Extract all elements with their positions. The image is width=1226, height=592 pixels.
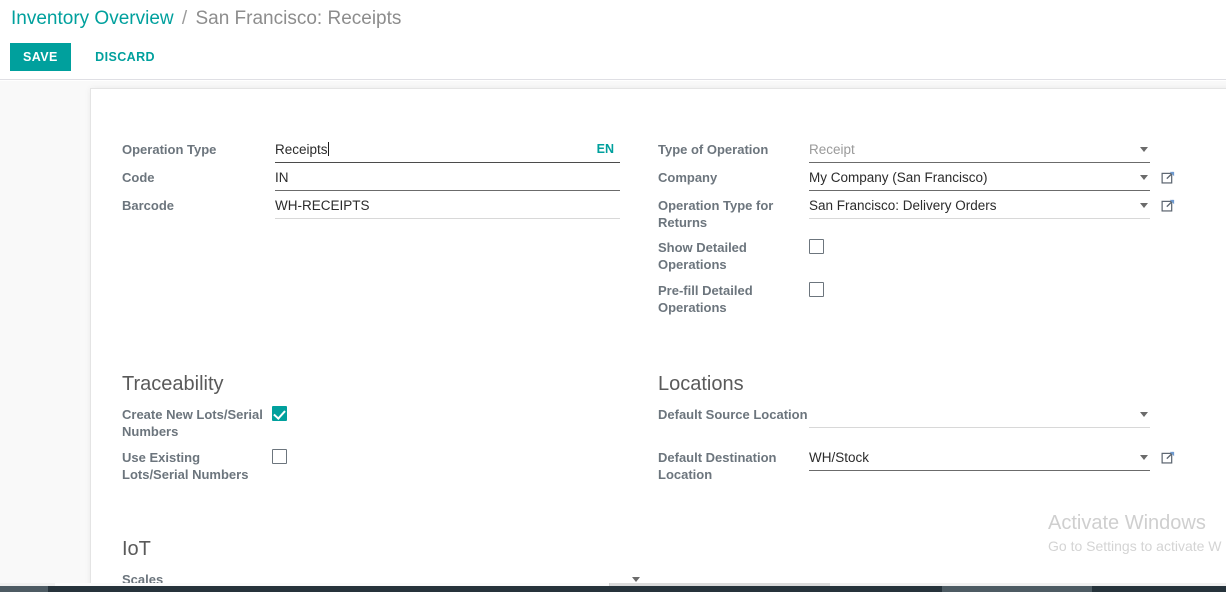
company-select[interactable]: My Company (San Francisco) [809, 169, 1150, 191]
group-general-right: Type of Operation Receipt Company My Com… [658, 141, 1218, 325]
field-label: Operation Type for Returns [658, 197, 808, 231]
create-new-lots-checkbox[interactable] [272, 406, 287, 421]
iot-section-title: IoT [122, 537, 151, 561]
locations-section-title: Locations [658, 372, 744, 396]
field-label: Company [658, 169, 808, 186]
default-destination-location-value: WH/Stock [809, 450, 869, 465]
translate-badge[interactable]: EN [597, 141, 614, 158]
group-traceability: Create New Lots/Serial Numbers Use Exist… [122, 406, 647, 492]
breadcrumb: Inventory Overview / San Francisco: Rece… [11, 7, 401, 31]
chevron-down-icon[interactable] [1140, 203, 1148, 208]
field-use-existing-lots: Use Existing Lots/Serial Numbers [122, 449, 647, 492]
field-operation-type-for-returns: Operation Type for Returns San Francisco… [658, 197, 1218, 239]
field-label: Pre-fill Detailed Operations [658, 282, 808, 316]
save-button[interactable]: SAVE [10, 43, 71, 71]
field-label: Code [122, 169, 272, 186]
operation-type-value: Receipts [275, 142, 328, 157]
form-sheet: Operation Type Receipts EN Code IN Barco… [90, 88, 1226, 592]
code-input[interactable]: IN [275, 169, 620, 191]
field-type-of-operation: Type of Operation Receipt [658, 141, 1218, 169]
group-general-left: Operation Type Receipts EN Code IN Barco… [122, 141, 647, 225]
field-code: Code IN [122, 169, 647, 197]
field-label: Use Existing Lots/Serial Numbers [122, 449, 268, 483]
type-of-operation-value: Receipt [809, 142, 855, 157]
field-create-new-lots: Create New Lots/Serial Numbers [122, 406, 647, 449]
field-default-source-location: Default Source Location [658, 406, 1218, 449]
returns-operation-type-select[interactable]: San Francisco: Delivery Orders [809, 197, 1150, 219]
chevron-down-icon[interactable] [632, 577, 640, 582]
default-source-location-select[interactable] [809, 406, 1150, 428]
breadcrumb-root-link[interactable]: Inventory Overview [11, 8, 174, 29]
group-locations: Default Source Location Default Destinat… [658, 406, 1218, 492]
prefill-detailed-operations-checkbox[interactable] [809, 282, 824, 297]
taskbar-segment [942, 586, 1092, 592]
field-operation-type: Operation Type Receipts EN [122, 141, 647, 169]
returns-operation-type-value: San Francisco: Delivery Orders [809, 198, 997, 213]
show-detailed-operations-checkbox[interactable] [809, 239, 824, 254]
traceability-section-title: Traceability [122, 372, 224, 396]
breadcrumb-current: San Francisco: Receipts [195, 8, 401, 29]
odoo-operation-type-form: Inventory Overview / San Francisco: Rece… [0, 0, 1226, 592]
internal-link-icon[interactable] [1161, 450, 1176, 465]
company-value: My Company (San Francisco) [809, 170, 988, 185]
taskbar [0, 586, 1226, 592]
control-panel: Inventory Overview / San Francisco: Rece… [0, 0, 1226, 80]
type-of-operation-select[interactable]: Receipt [809, 141, 1150, 163]
action-buttons: SAVE DISCARD [10, 43, 165, 71]
chevron-down-icon[interactable] [1140, 455, 1148, 460]
taskbar-segment [0, 586, 48, 592]
use-existing-lots-checkbox[interactable] [272, 449, 287, 464]
field-label: Create New Lots/Serial Numbers [122, 406, 268, 440]
field-barcode: Barcode WH-RECEIPTS [122, 197, 647, 225]
field-label: Default Source Location [658, 406, 808, 423]
chevron-down-icon[interactable] [1140, 147, 1148, 152]
field-prefill-detailed-operations: Pre-fill Detailed Operations [658, 282, 1218, 325]
chevron-down-icon[interactable] [1140, 175, 1148, 180]
breadcrumb-separator: / [179, 8, 190, 29]
default-destination-location-select[interactable]: WH/Stock [809, 449, 1150, 471]
field-default-destination-location: Default Destination Location WH/Stock [658, 449, 1218, 492]
field-company: Company My Company (San Francisco) [658, 169, 1218, 197]
discard-button[interactable]: DISCARD [85, 43, 165, 71]
barcode-input[interactable]: WH-RECEIPTS [275, 197, 620, 219]
field-label: Default Destination Location [658, 449, 808, 483]
field-label: Show Detailed Operations [658, 239, 808, 273]
field-show-detailed-operations: Show Detailed Operations [658, 239, 1218, 282]
field-label: Barcode [122, 197, 272, 214]
internal-link-icon[interactable] [1161, 198, 1176, 213]
field-label: Type of Operation [658, 141, 808, 158]
chevron-down-icon[interactable] [1140, 412, 1148, 417]
text-cursor [328, 142, 329, 156]
operation-type-input[interactable]: Receipts EN [275, 141, 620, 163]
field-label: Operation Type [122, 141, 272, 158]
internal-link-icon[interactable] [1161, 170, 1176, 185]
